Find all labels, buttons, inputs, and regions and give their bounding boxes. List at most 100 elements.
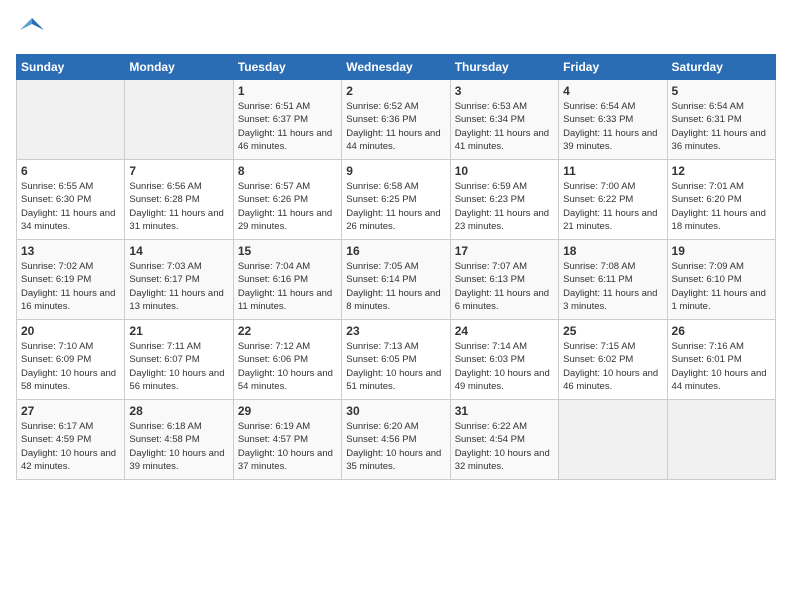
- day-number: 19: [672, 244, 771, 258]
- calendar-cell: 30 Sunrise: 6:20 AM Sunset: 4:56 PM Dayli…: [342, 400, 450, 480]
- calendar-cell: 22 Sunrise: 7:12 AM Sunset: 6:06 PM Dayli…: [233, 320, 341, 400]
- day-info: Sunrise: 6:58 AM Sunset: 6:25 PM Dayligh…: [346, 180, 445, 233]
- day-info: Sunrise: 7:07 AM Sunset: 6:13 PM Dayligh…: [455, 260, 554, 313]
- calendar-week-row: 6 Sunrise: 6:55 AM Sunset: 6:30 PM Daylig…: [17, 160, 776, 240]
- day-number: 24: [455, 324, 554, 338]
- day-info: Sunrise: 7:13 AM Sunset: 6:05 PM Dayligh…: [346, 340, 445, 393]
- day-info: Sunrise: 6:17 AM Sunset: 4:59 PM Dayligh…: [21, 420, 120, 473]
- calendar-week-row: 13 Sunrise: 7:02 AM Sunset: 6:19 PM Dayli…: [17, 240, 776, 320]
- calendar-cell: 29Sunrise: 6:19 AM Sunset: 4:57 PM Dayli…: [233, 400, 341, 480]
- day-info: Sunrise: 7:11 AM Sunset: 6:07 PM Dayligh…: [129, 340, 228, 393]
- column-header-wednesday: Wednesday: [342, 55, 450, 80]
- day-number: 26: [672, 324, 771, 338]
- calendar-cell: 3 Sunrise: 6:53 AM Sunset: 6:34 PM Daylig…: [450, 80, 558, 160]
- day-number: 29: [238, 404, 337, 418]
- day-number: 30: [346, 404, 445, 418]
- calendar-cell: 27 Sunrise: 6:17 AM Sunset: 4:59 PM Dayli…: [17, 400, 125, 480]
- column-header-friday: Friday: [559, 55, 667, 80]
- day-number: 18: [563, 244, 662, 258]
- day-info: Sunrise: 7:14 AM Sunset: 6:03 PM Dayligh…: [455, 340, 554, 393]
- calendar-cell: 23 Sunrise: 7:13 AM Sunset: 6:05 PM Dayli…: [342, 320, 450, 400]
- day-number: 23: [346, 324, 445, 338]
- calendar-cell: 13 Sunrise: 7:02 AM Sunset: 6:19 PM Dayli…: [17, 240, 125, 320]
- day-number: 16: [346, 244, 445, 258]
- calendar-cell: 25 Sunrise: 7:15 AM Sunset: 6:02 PM Dayli…: [559, 320, 667, 400]
- day-number: 28: [129, 404, 228, 418]
- day-info: Sunrise: 7:04 AM Sunset: 6:16 PM Dayligh…: [238, 260, 337, 313]
- calendar-cell: 9 Sunrise: 6:58 AM Sunset: 6:25 PM Daylig…: [342, 160, 450, 240]
- calendar-cell: 8Sunrise: 6:57 AM Sunset: 6:26 PM Daylig…: [233, 160, 341, 240]
- day-number: 21: [129, 324, 228, 338]
- calendar-cell: 16 Sunrise: 7:05 AM Sunset: 6:14 PM Dayli…: [342, 240, 450, 320]
- calendar-week-row: 27 Sunrise: 6:17 AM Sunset: 4:59 PM Dayli…: [17, 400, 776, 480]
- day-info: Sunrise: 6:18 AM Sunset: 4:58 PM Dayligh…: [129, 420, 228, 473]
- day-number: 9: [346, 164, 445, 178]
- calendar-cell: 17 Sunrise: 7:07 AM Sunset: 6:13 PM Dayli…: [450, 240, 558, 320]
- day-number: 14: [129, 244, 228, 258]
- day-number: 13: [21, 244, 120, 258]
- day-number: 2: [346, 84, 445, 98]
- calendar-cell: 24 Sunrise: 7:14 AM Sunset: 6:03 PM Dayli…: [450, 320, 558, 400]
- calendar-cell: 20 Sunrise: 7:10 AM Sunset: 6:09 PM Dayli…: [17, 320, 125, 400]
- page-header: [16, 16, 776, 44]
- day-number: 12: [672, 164, 771, 178]
- day-info: Sunrise: 7:05 AM Sunset: 6:14 PM Dayligh…: [346, 260, 445, 313]
- day-number: 27: [21, 404, 120, 418]
- column-header-tuesday: Tuesday: [233, 55, 341, 80]
- calendar-cell: 10 Sunrise: 6:59 AM Sunset: 6:23 PM Dayli…: [450, 160, 558, 240]
- day-info: Sunrise: 6:56 AM Sunset: 6:28 PM Dayligh…: [129, 180, 228, 233]
- calendar-cell: [559, 400, 667, 480]
- day-number: 22: [238, 324, 337, 338]
- day-number: 8: [238, 164, 337, 178]
- day-info: Sunrise: 7:03 AM Sunset: 6:17 PM Dayligh…: [129, 260, 228, 313]
- column-header-sunday: Sunday: [17, 55, 125, 80]
- calendar-cell: 6 Sunrise: 6:55 AM Sunset: 6:30 PM Daylig…: [17, 160, 125, 240]
- calendar-header-row: SundayMondayTuesdayWednesdayThursdayFrid…: [17, 55, 776, 80]
- day-number: 1: [238, 84, 337, 98]
- day-number: 31: [455, 404, 554, 418]
- calendar-cell: 4 Sunrise: 6:54 AM Sunset: 6:33 PM Daylig…: [559, 80, 667, 160]
- calendar-cell: 5 Sunrise: 6:54 AM Sunset: 6:31 PM Daylig…: [667, 80, 775, 160]
- calendar-cell: 15Sunrise: 7:04 AM Sunset: 6:16 PM Dayli…: [233, 240, 341, 320]
- calendar-week-row: 20 Sunrise: 7:10 AM Sunset: 6:09 PM Dayli…: [17, 320, 776, 400]
- calendar-cell: 11Sunrise: 7:00 AM Sunset: 6:22 PM Dayli…: [559, 160, 667, 240]
- day-info: Sunrise: 7:12 AM Sunset: 6:06 PM Dayligh…: [238, 340, 337, 393]
- day-info: Sunrise: 7:02 AM Sunset: 6:19 PM Dayligh…: [21, 260, 120, 313]
- day-info: Sunrise: 7:09 AM Sunset: 6:10 PM Dayligh…: [672, 260, 771, 313]
- calendar-cell: 28 Sunrise: 6:18 AM Sunset: 4:58 PM Dayli…: [125, 400, 233, 480]
- day-info: Sunrise: 6:54 AM Sunset: 6:31 PM Dayligh…: [672, 100, 771, 153]
- day-number: 20: [21, 324, 120, 338]
- day-info: Sunrise: 7:08 AM Sunset: 6:11 PM Dayligh…: [563, 260, 662, 313]
- day-info: Sunrise: 6:53 AM Sunset: 6:34 PM Dayligh…: [455, 100, 554, 153]
- day-info: Sunrise: 6:22 AM Sunset: 4:54 PM Dayligh…: [455, 420, 554, 473]
- calendar-cell: 1 Sunrise: 6:51 AM Sunset: 6:37 PM Daylig…: [233, 80, 341, 160]
- calendar-cell: 19 Sunrise: 7:09 AM Sunset: 6:10 PM Dayli…: [667, 240, 775, 320]
- logo-icon: [18, 16, 46, 44]
- day-info: Sunrise: 7:15 AM Sunset: 6:02 PM Dayligh…: [563, 340, 662, 393]
- calendar-week-row: 1 Sunrise: 6:51 AM Sunset: 6:37 PM Daylig…: [17, 80, 776, 160]
- day-number: 4: [563, 84, 662, 98]
- calendar-cell: [125, 80, 233, 160]
- column-header-monday: Monday: [125, 55, 233, 80]
- day-info: Sunrise: 6:52 AM Sunset: 6:36 PM Dayligh…: [346, 100, 445, 153]
- calendar-cell: 2 Sunrise: 6:52 AM Sunset: 6:36 PM Daylig…: [342, 80, 450, 160]
- column-header-saturday: Saturday: [667, 55, 775, 80]
- calendar-cell: 7Sunrise: 6:56 AM Sunset: 6:28 PM Daylig…: [125, 160, 233, 240]
- day-number: 10: [455, 164, 554, 178]
- calendar-table: SundayMondayTuesdayWednesdayThursdayFrid…: [16, 54, 776, 480]
- day-number: 5: [672, 84, 771, 98]
- day-info: Sunrise: 6:54 AM Sunset: 6:33 PM Dayligh…: [563, 100, 662, 153]
- day-info: Sunrise: 6:59 AM Sunset: 6:23 PM Dayligh…: [455, 180, 554, 233]
- day-info: Sunrise: 7:10 AM Sunset: 6:09 PM Dayligh…: [21, 340, 120, 393]
- day-info: Sunrise: 6:20 AM Sunset: 4:56 PM Dayligh…: [346, 420, 445, 473]
- calendar-cell: 31 Sunrise: 6:22 AM Sunset: 4:54 PM Dayli…: [450, 400, 558, 480]
- day-number: 6: [21, 164, 120, 178]
- day-number: 17: [455, 244, 554, 258]
- day-info: Sunrise: 6:55 AM Sunset: 6:30 PM Dayligh…: [21, 180, 120, 233]
- day-number: 25: [563, 324, 662, 338]
- day-number: 3: [455, 84, 554, 98]
- calendar-cell: [667, 400, 775, 480]
- calendar-cell: 14 Sunrise: 7:03 AM Sunset: 6:17 PM Dayli…: [125, 240, 233, 320]
- calendar-cell: 21 Sunrise: 7:11 AM Sunset: 6:07 PM Dayli…: [125, 320, 233, 400]
- day-info: Sunrise: 6:51 AM Sunset: 6:37 PM Dayligh…: [238, 100, 337, 153]
